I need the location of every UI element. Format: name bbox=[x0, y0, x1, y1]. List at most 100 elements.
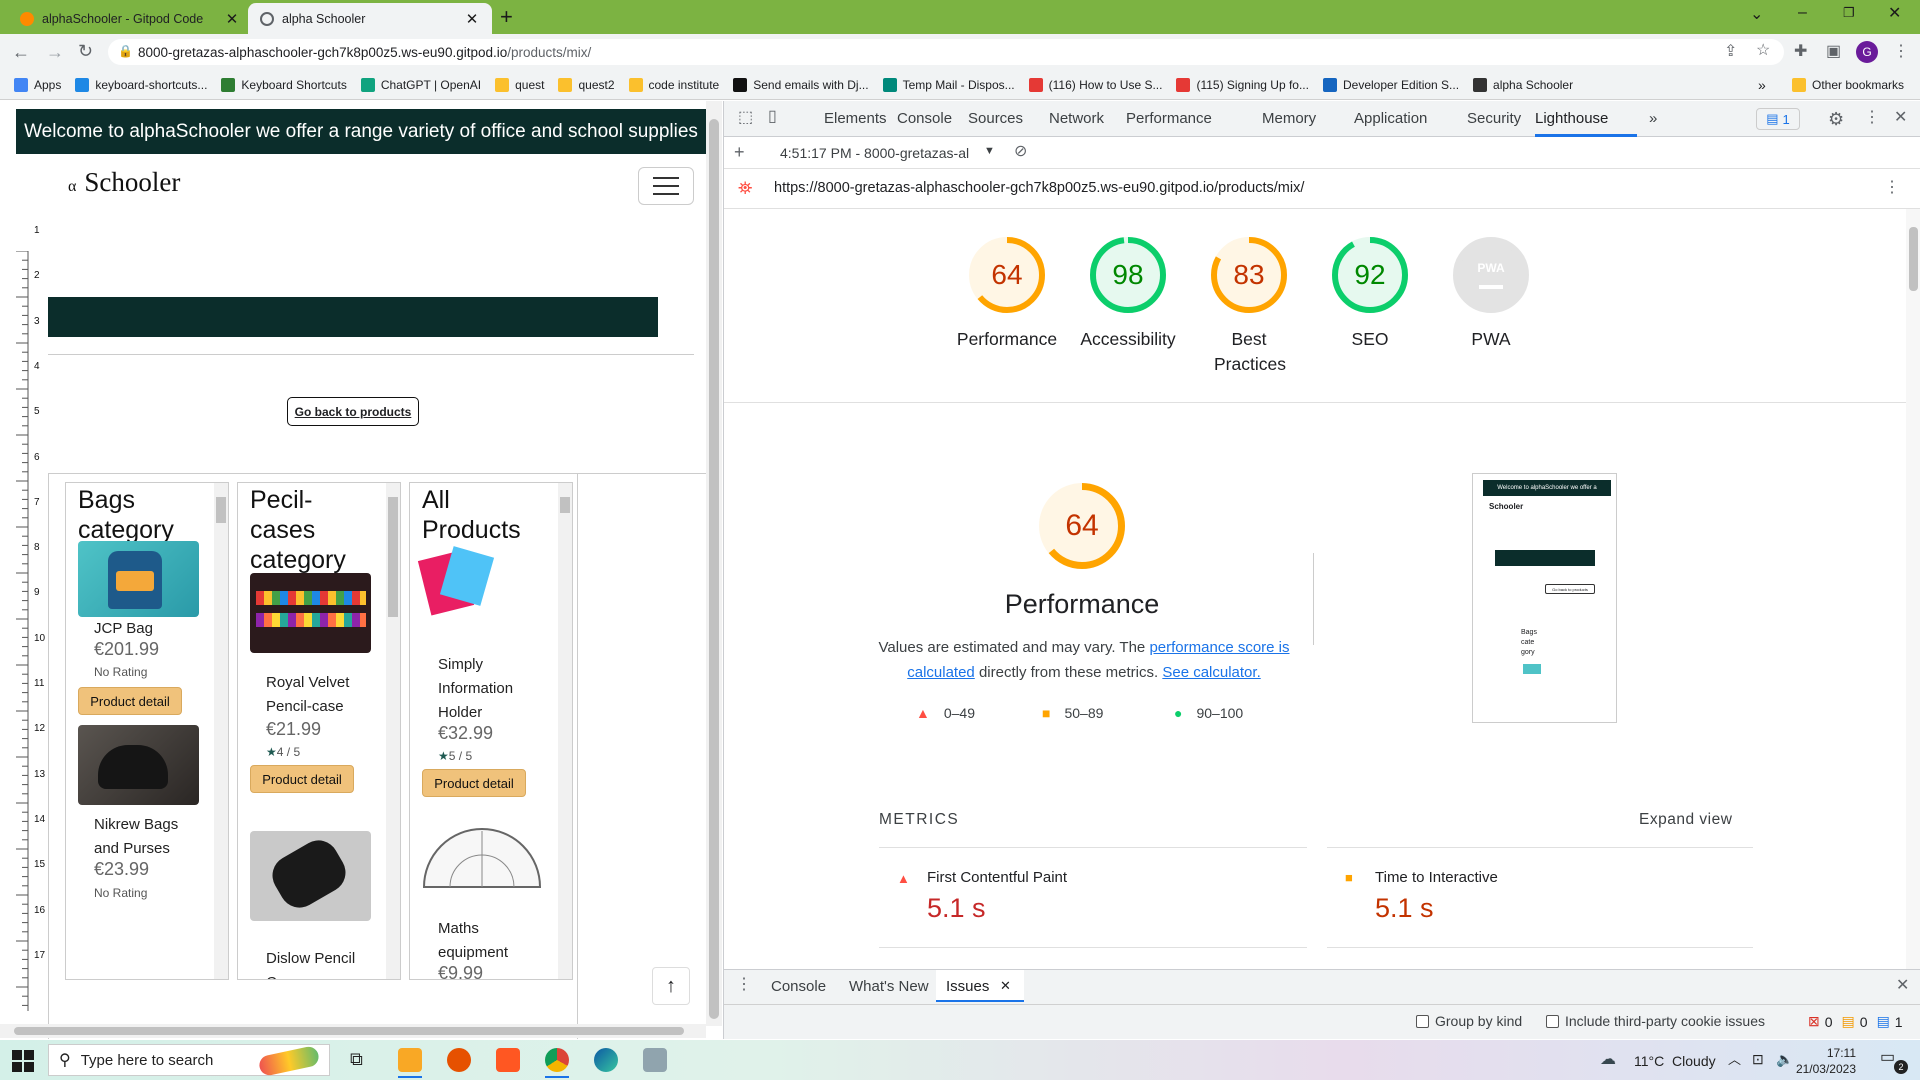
column-scrollbar[interactable] bbox=[214, 483, 228, 979]
close-devtools-icon[interactable]: ✕ bbox=[1894, 110, 1907, 126]
devtools-tab-memory[interactable]: Memory bbox=[1262, 110, 1316, 127]
close-drawer-icon[interactable]: ✕ bbox=[1896, 978, 1909, 994]
category-column-bags[interactable]: Bags category JCP Bag €201.99 No Rating … bbox=[65, 482, 229, 980]
settings-gear-icon[interactable]: ⚙ bbox=[1828, 110, 1844, 128]
browser-tab-gitpod[interactable]: alphaSchooler - Gitpod Code ✕ bbox=[8, 3, 252, 34]
report-selector[interactable]: 4:51:17 PM - 8000-gretazas-al bbox=[780, 145, 969, 161]
side-panel-icon[interactable]: ▣ bbox=[1826, 44, 1841, 60]
score-gauge-best-practices[interactable]: 83 bbox=[1209, 235, 1289, 315]
bookmark-item[interactable]: Apps bbox=[14, 77, 61, 92]
devtools-tab-sources[interactable]: Sources bbox=[968, 110, 1023, 127]
bookmark-item[interactable]: Temp Mail - Dispos... bbox=[882, 77, 1015, 92]
product-name[interactable]: Royal Velvet Pencil-case bbox=[266, 671, 376, 719]
bookmark-item[interactable]: Keyboard Shortcuts bbox=[221, 77, 347, 92]
bookmark-item[interactable]: code institute bbox=[628, 77, 719, 92]
dropdown-arrow-icon[interactable]: ▼ bbox=[984, 145, 995, 157]
score-gauge-seo[interactable]: 92 bbox=[1330, 235, 1410, 315]
back-arrow-icon[interactable]: ← bbox=[12, 43, 30, 61]
more-bookmarks-icon[interactable]: » bbox=[1758, 77, 1766, 93]
address-bar[interactable]: 🔒 8000-gretazas-alphaschooler-gch7k8p00z… bbox=[108, 39, 1784, 65]
network-icon[interactable]: ⊡ bbox=[1752, 1052, 1764, 1066]
final-screenshot-thumbnail[interactable]: Welcome to alphaSchooler we offer a Scho… bbox=[1472, 473, 1617, 723]
go-back-to-products-button[interactable]: Go back to products bbox=[287, 397, 419, 426]
windows-start-icon[interactable] bbox=[12, 1050, 34, 1072]
bookmark-item[interactable]: quest bbox=[495, 77, 544, 92]
devtools-tab-security[interactable]: Security bbox=[1467, 110, 1521, 127]
product-name[interactable]: Simply Information Holder bbox=[438, 653, 548, 725]
maximize-icon[interactable]: ❐ bbox=[1843, 6, 1855, 19]
report-url[interactable]: https://8000-gretazas-alphaschooler-gch7… bbox=[774, 180, 1304, 196]
bookmark-item[interactable]: (116) How to Use S... bbox=[1028, 77, 1162, 92]
firefox-icon[interactable] bbox=[447, 1048, 471, 1072]
drawer-menu-icon[interactable]: ⋮ bbox=[736, 977, 752, 993]
notifications-icon[interactable]: ▭ bbox=[1880, 1050, 1895, 1066]
issues-badge[interactable]: ▤ 1 bbox=[1756, 108, 1800, 130]
reload-icon[interactable]: ↻ bbox=[78, 42, 93, 60]
taskbar-search-box[interactable]: ⚲ Type here to search bbox=[48, 1044, 330, 1078]
devtools-tab-console[interactable]: Console bbox=[897, 110, 952, 127]
product-image[interactable] bbox=[250, 831, 371, 921]
lighthouse-scrollbar[interactable] bbox=[1906, 209, 1920, 969]
devtools-tab-application[interactable]: Application bbox=[1354, 110, 1427, 127]
devtools-tab-network[interactable]: Network bbox=[1049, 110, 1104, 127]
profile-avatar[interactable]: G bbox=[1856, 41, 1878, 63]
bookmark-item[interactable]: alpha Schooler bbox=[1473, 77, 1573, 92]
category-column-pencil-cases[interactable]: Pecil-cases category Royal Velvet Pencil… bbox=[237, 482, 401, 980]
drawer-tab-issues[interactable]: Issues ✕ bbox=[936, 970, 1024, 1002]
tray-chevron-icon[interactable]: ︿ bbox=[1728, 1053, 1741, 1066]
devtools-tab-lighthouse[interactable]: Lighthouse bbox=[1535, 110, 1608, 127]
device-toolbar-icon[interactable]: ▯ bbox=[768, 109, 777, 125]
tab-search-icon[interactable]: ⌄ bbox=[1750, 7, 1763, 23]
bookmark-item[interactable]: keyboard-shortcuts... bbox=[75, 77, 207, 92]
page-horizontal-scrollbar[interactable] bbox=[0, 1024, 706, 1038]
close-window-icon[interactable]: ✕ bbox=[1888, 6, 1901, 22]
back-to-top-button[interactable]: ↑ bbox=[652, 967, 690, 1005]
lock-icon[interactable]: 🔒 bbox=[118, 45, 133, 57]
see-calculator-link[interactable]: See calculator. bbox=[1162, 664, 1260, 681]
more-tabs-icon[interactable]: » bbox=[1649, 110, 1657, 127]
bookmark-item[interactable]: (115) Signing Up fo... bbox=[1176, 77, 1309, 92]
clock-time[interactable]: 17:11 bbox=[1796, 1046, 1856, 1060]
weather-text[interactable]: 11°C Cloudy bbox=[1634, 1053, 1716, 1069]
devtools-tab-elements[interactable]: Elements bbox=[824, 110, 887, 127]
edge-icon[interactable] bbox=[594, 1048, 618, 1072]
browser-tab-alpha-schooler[interactable]: alpha Schooler ✕ bbox=[248, 3, 492, 34]
product-image[interactable] bbox=[250, 573, 371, 653]
site-logo[interactable]: α Schooler bbox=[68, 167, 180, 198]
clear-icon[interactable]: ⊘ bbox=[1014, 144, 1027, 160]
issue-counters[interactable]: ⊠ 0 ▤ 0 ▤ 1 bbox=[1808, 1013, 1903, 1030]
product-detail-button[interactable]: Product detail bbox=[78, 687, 182, 715]
chrome-icon[interactable] bbox=[545, 1048, 569, 1072]
third-party-cookie-checkbox[interactable]: Include third-party cookie issues bbox=[1546, 1013, 1765, 1029]
column-scrollbar[interactable] bbox=[558, 483, 572, 979]
app-icon[interactable] bbox=[643, 1048, 667, 1072]
product-image[interactable] bbox=[78, 541, 199, 617]
inspect-element-icon[interactable]: ⬚ bbox=[738, 110, 753, 126]
score-gauge-pwa[interactable]: PWA bbox=[1451, 235, 1531, 315]
product-detail-button[interactable]: Product detail bbox=[422, 769, 526, 797]
extensions-icon[interactable]: ✚ bbox=[1794, 44, 1807, 60]
bookmark-item[interactable]: Send emails with Dj... bbox=[733, 77, 869, 92]
product-name[interactable]: JCP Bag bbox=[94, 617, 204, 641]
protractor-image[interactable] bbox=[422, 823, 543, 893]
product-image[interactable] bbox=[417, 546, 502, 619]
product-name[interactable]: Dislow Pencil Case bbox=[266, 947, 376, 979]
performance-gauge-large[interactable]: 64 bbox=[1037, 481, 1127, 571]
new-report-icon[interactable]: + bbox=[734, 143, 745, 161]
devtools-tab-performance[interactable]: Performance bbox=[1126, 110, 1212, 127]
navbar-toggler-icon[interactable] bbox=[638, 167, 694, 205]
drawer-tab-console[interactable]: Console bbox=[771, 978, 826, 995]
new-tab-icon[interactable]: + bbox=[500, 6, 513, 28]
devtools-menu-icon[interactable]: ⋮ bbox=[1864, 110, 1880, 126]
browser-menu-icon[interactable]: ⋮ bbox=[1893, 44, 1909, 60]
product-name[interactable]: Maths equipment bbox=[438, 917, 548, 965]
task-view-icon[interactable]: ⧉ bbox=[350, 1050, 363, 1068]
product-detail-button[interactable]: Product detail bbox=[250, 765, 354, 793]
office-icon[interactable] bbox=[496, 1048, 520, 1072]
bookmark-star-icon[interactable]: ☆ bbox=[1756, 43, 1770, 59]
close-tab-icon[interactable]: ✕ bbox=[464, 10, 480, 28]
score-gauge-accessibility[interactable]: 98 bbox=[1088, 235, 1168, 315]
report-menu-icon[interactable]: ⋮ bbox=[1884, 180, 1900, 196]
page-vertical-scrollbar[interactable] bbox=[706, 101, 722, 1026]
product-image[interactable] bbox=[78, 725, 199, 805]
